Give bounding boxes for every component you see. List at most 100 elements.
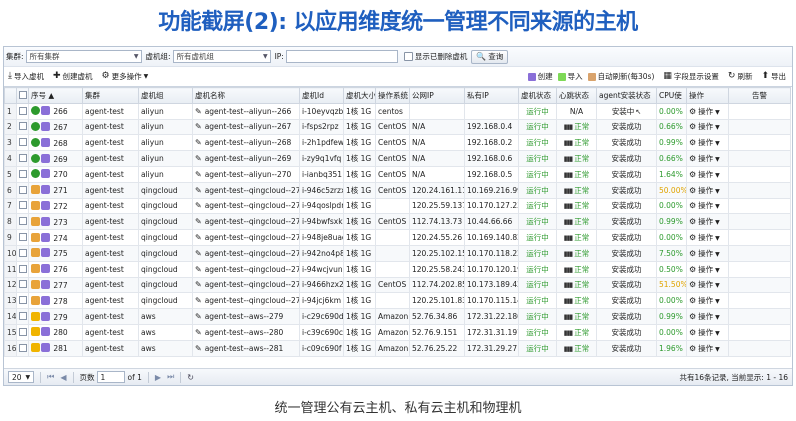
table-row[interactable]: 15 280 agent-test aws ✎ agent-test--aws--… xyxy=(4,323,791,341)
actions-cell[interactable]: ⚙ 操作 ▼ xyxy=(686,323,729,341)
actions-cell[interactable]: ⚙ 操作 ▼ xyxy=(686,339,729,357)
chevron-down-icon[interactable]: ▼ xyxy=(715,203,720,210)
row-select-cell[interactable] xyxy=(16,134,29,152)
actions-label[interactable]: 操作 xyxy=(698,249,713,258)
gear-icon[interactable]: ⚙ xyxy=(689,170,696,179)
row-select-cell[interactable] xyxy=(16,150,29,167)
table-row[interactable]: 5 270 agent-test aliyun ✎ agent-test--ali… xyxy=(4,165,791,183)
actions-cell[interactable]: ⚙ 操作 ▼ xyxy=(686,260,729,278)
gear-icon[interactable]: ⚙ xyxy=(689,233,696,242)
chevron-down-icon[interactable]: ▼ xyxy=(715,298,720,305)
actions-cell[interactable]: ⚙ 操作 ▼ xyxy=(686,292,729,310)
row-select-cell[interactable] xyxy=(16,165,29,183)
table-row[interactable]: 3 268 agent-test aliyun ✎ agent-test--ali… xyxy=(4,134,791,152)
vm-name-cell[interactable]: ✎ agent-test--qingcloud--272 xyxy=(192,197,300,215)
actions-label[interactable]: 操作 xyxy=(698,328,713,337)
pencil-icon[interactable]: ✎ xyxy=(195,201,202,210)
actions-cell[interactable]: ⚙ 操作 ▼ xyxy=(686,150,729,167)
header-public-ip[interactable]: 公网IP xyxy=(409,87,465,104)
row-checkbox[interactable] xyxy=(19,138,27,147)
header-vmgroup[interactable]: 虚机组 xyxy=(138,87,193,104)
vm-name-cell[interactable]: ✎ agent-test--qingcloud--277 xyxy=(192,276,300,294)
row-select-cell[interactable] xyxy=(16,323,29,341)
gear-icon[interactable]: ⚙ xyxy=(689,122,696,131)
gear-icon[interactable]: ⚙ xyxy=(689,107,696,116)
actions-label[interactable]: 操作 xyxy=(698,122,713,131)
table-row[interactable]: 8 273 agent-test qingcloud ✎ agent-test--… xyxy=(4,213,791,231)
gear-icon[interactable]: ⚙ xyxy=(689,201,696,210)
chevron-down-icon[interactable]: ▼ xyxy=(715,330,720,337)
row-checkbox[interactable] xyxy=(19,248,27,257)
vm-name-cell[interactable]: ✎ agent-test--aliyun--268 xyxy=(192,134,300,152)
page-number-input[interactable]: 1 xyxy=(96,371,125,383)
row-checkbox[interactable] xyxy=(19,201,27,210)
pencil-icon[interactable]: ✎ xyxy=(195,265,202,274)
vm-name-cell[interactable]: ✎ agent-test--aliyun--266 xyxy=(192,102,300,120)
actions-label[interactable]: 操作 xyxy=(698,344,713,353)
gear-icon[interactable]: ⚙ xyxy=(689,249,696,258)
actions-cell[interactable]: ⚙ 操作 ▼ xyxy=(686,134,729,152)
chevron-down-icon[interactable]: ▼ xyxy=(715,140,720,147)
actions-cell[interactable]: ⚙ 操作 ▼ xyxy=(686,308,729,325)
header-os[interactable]: 操作系统 xyxy=(375,87,410,104)
vm-name-cell[interactable]: ✎ agent-test--qingcloud--274 xyxy=(192,229,300,246)
table-row[interactable]: 1 266 agent-test aliyun ✎ agent-test--ali… xyxy=(4,102,791,120)
last-page-icon[interactable]: ⏭ xyxy=(167,372,174,382)
vm-name-cell[interactable]: ✎ agent-test--qingcloud--278 xyxy=(192,292,300,310)
actions-cell[interactable]: ⚙ 操作 ▼ xyxy=(686,165,729,183)
row-checkbox[interactable] xyxy=(19,327,27,336)
gear-icon[interactable]: ⚙ xyxy=(689,154,696,163)
header-agent-state[interactable]: agent安装状态 xyxy=(596,87,657,104)
table-row[interactable]: 16 281 agent-test aws ✎ agent-test--aws--… xyxy=(4,339,791,357)
pencil-icon[interactable]: ✎ xyxy=(195,249,202,258)
row-select-cell[interactable] xyxy=(16,339,29,357)
gear-icon[interactable]: ⚙ xyxy=(689,265,696,274)
row-checkbox[interactable] xyxy=(19,154,27,163)
gear-icon[interactable]: ⚙ xyxy=(689,217,696,226)
pencil-icon[interactable]: ✎ xyxy=(195,344,202,353)
table-row[interactable]: 11 276 agent-test qingcloud ✎ agent-test-… xyxy=(4,260,791,278)
table-row[interactable]: 7 272 agent-test qingcloud ✎ agent-test--… xyxy=(4,197,791,215)
first-page-icon[interactable]: ⏮ xyxy=(47,372,54,382)
row-select-cell[interactable] xyxy=(16,276,29,294)
header-seq[interactable]: 序号 ▲ xyxy=(28,87,83,104)
chevron-down-icon[interactable]: ▼ xyxy=(715,346,720,353)
ip-input[interactable] xyxy=(285,50,398,63)
actions-cell[interactable]: ⚙ 操作 ▼ xyxy=(686,276,729,294)
vm-name-cell[interactable]: ✎ agent-test--qingcloud--271 xyxy=(192,181,300,199)
actions-cell[interactable]: ⚙ 操作 ▼ xyxy=(686,213,729,231)
header-cpu[interactable]: CPU使 xyxy=(656,87,687,104)
column-settings-button[interactable]: ▦ 字段显示设置 xyxy=(663,71,719,82)
header-alerts[interactable]: 告警 xyxy=(728,87,791,104)
vmgroup-select[interactable]: 所有虚机组 ▼ xyxy=(172,50,271,63)
row-select-cell[interactable] xyxy=(16,260,29,278)
actions-label[interactable]: 操作 xyxy=(698,265,713,274)
row-select-cell[interactable] xyxy=(16,229,29,246)
query-button[interactable]: 🔍 查询 xyxy=(471,49,509,64)
actions-label[interactable]: 操作 xyxy=(698,201,713,210)
cluster-select[interactable]: 所有集群 ▼ xyxy=(25,50,142,63)
pencil-icon[interactable]: ✎ xyxy=(195,280,202,289)
chevron-down-icon[interactable]: ▼ xyxy=(715,267,720,274)
vm-name-cell[interactable]: ✎ agent-test--aws--279 xyxy=(192,308,300,325)
actions-label[interactable]: 操作 xyxy=(698,233,713,242)
gear-icon[interactable]: ⚙ xyxy=(689,296,696,305)
row-select-cell[interactable] xyxy=(16,292,29,310)
row-checkbox[interactable] xyxy=(19,264,27,273)
pencil-icon[interactable]: ✎ xyxy=(195,328,202,337)
vm-name-cell[interactable]: ✎ agent-test--aliyun--270 xyxy=(192,165,300,183)
header-heartbeat[interactable]: 心跳状态 xyxy=(556,87,597,104)
prev-page-icon[interactable]: ◀ xyxy=(60,373,66,382)
show-deleted-checkbox[interactable] xyxy=(403,52,413,61)
table-row[interactable]: 14 279 agent-test aws ✎ agent-test--aws--… xyxy=(4,308,791,325)
actions-label[interactable]: 操作 xyxy=(698,107,713,116)
next-page-icon[interactable]: ▶ xyxy=(155,373,161,382)
actions-label[interactable]: 操作 xyxy=(698,312,713,321)
actions-label[interactable]: 操作 xyxy=(698,296,713,305)
vm-name-cell[interactable]: ✎ agent-test--qingcloud--276 xyxy=(192,260,300,278)
actions-label[interactable]: 操作 xyxy=(698,186,713,195)
row-checkbox[interactable] xyxy=(19,122,27,131)
header-cluster[interactable]: 集群 xyxy=(82,87,139,104)
pencil-icon[interactable]: ✎ xyxy=(195,107,202,116)
header-select-all[interactable] xyxy=(16,87,29,104)
